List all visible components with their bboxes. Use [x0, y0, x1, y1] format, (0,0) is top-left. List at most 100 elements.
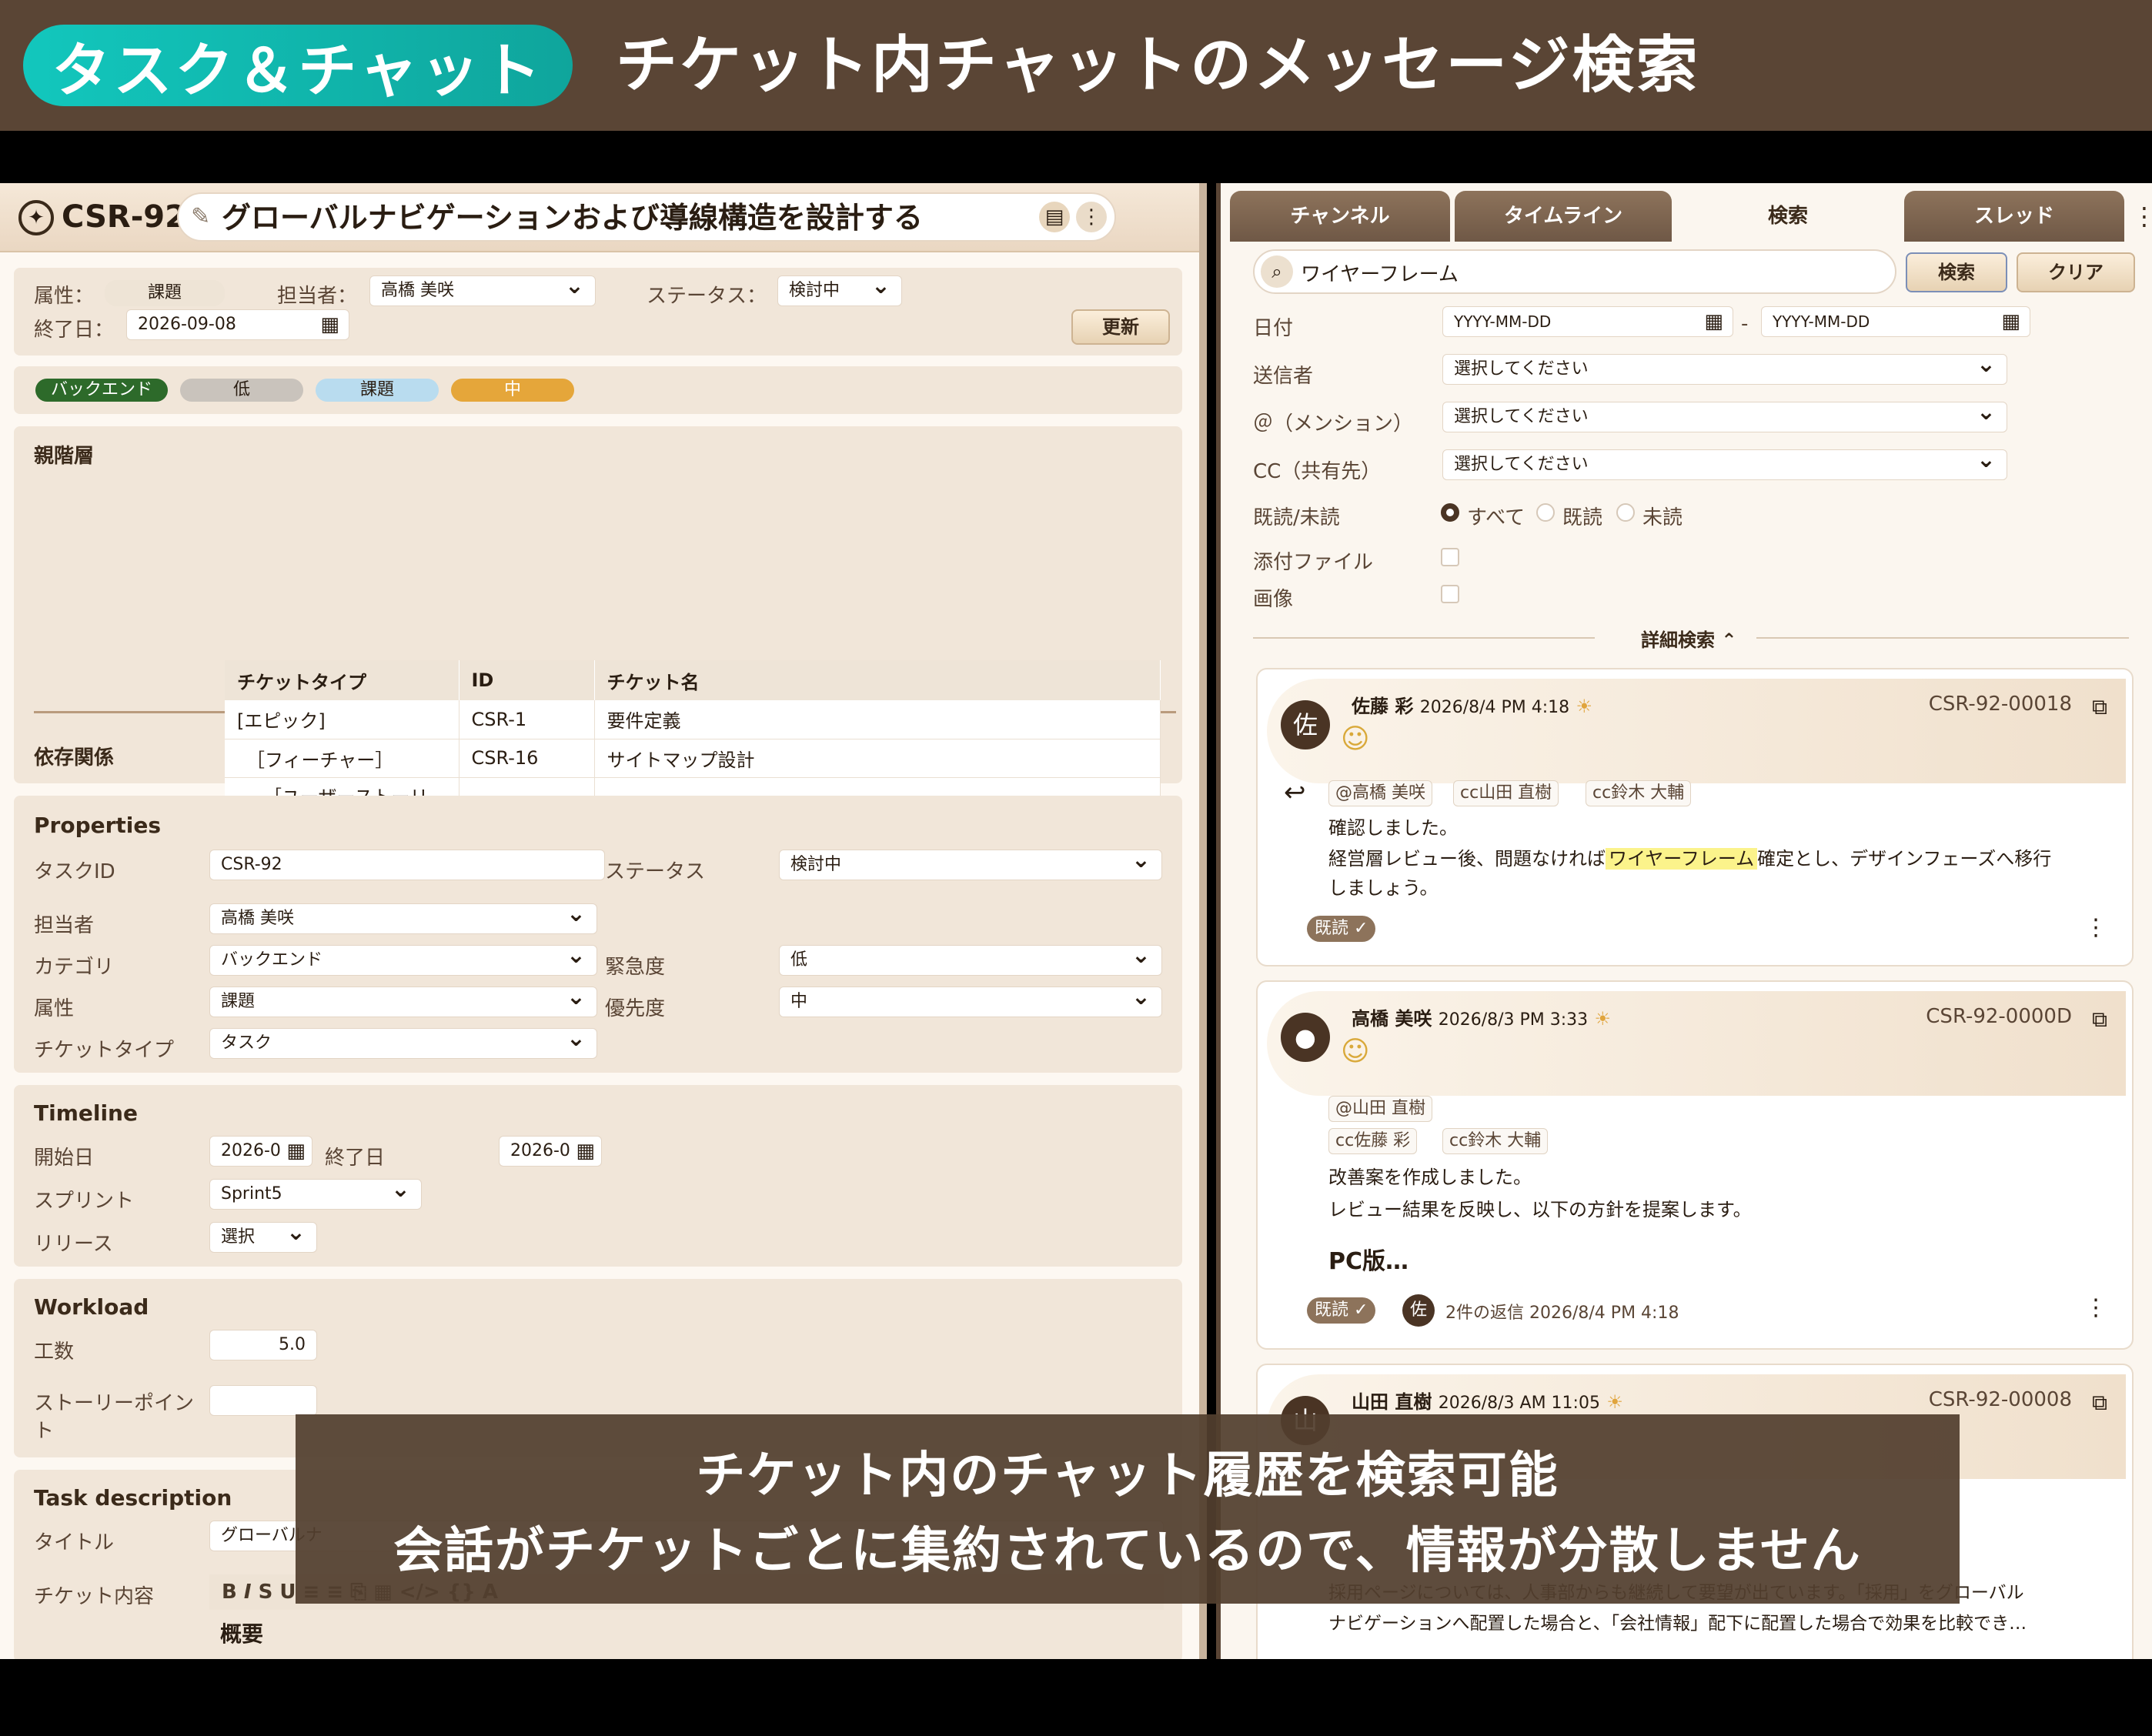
cell-id[interactable]: CSR-16	[459, 739, 595, 778]
cell-name: 要件定義	[594, 700, 1161, 739]
tab-timeline[interactable]: タイムライン	[1455, 191, 1672, 242]
cc-select[interactable]: 選択してください	[1442, 446, 2007, 480]
calendar-icon[interactable]: ▦	[286, 1137, 306, 1166]
ticket-title-field[interactable]: ✎ グローバルナビゲーションおよび導線構造を設計する ▤ ⋮	[177, 192, 1116, 242]
type-label: チケットタイプ	[34, 1039, 175, 1062]
attach-doc-icon[interactable]: ▤	[1039, 202, 1070, 232]
more-icon[interactable]: ⋮	[1076, 202, 1107, 232]
mention-label: ＠（メンション）	[1253, 412, 1414, 436]
category-label: カテゴリ	[34, 956, 115, 979]
tab-channel[interactable]: チャンネル	[1230, 191, 1450, 242]
urgency-label: 緊急度	[605, 956, 666, 979]
calendar-icon[interactable]: ▦	[576, 1137, 595, 1166]
sender-name-text: 高橋 美咲	[1352, 1008, 1432, 1030]
date-from-input[interactable]: YYYY-MM-DD ▦	[1442, 306, 1733, 337]
calendar-icon[interactable]: ▦	[2001, 307, 2020, 336]
radio-unread-label: 未読	[1642, 506, 1683, 529]
sender-name: 高橋 美咲 2026/8/3 PM 3:33 ☀	[1352, 1003, 1611, 1030]
prop-status-label: ステータス	[605, 860, 706, 883]
copy-icon[interactable]: ⧉	[2092, 1390, 2107, 1416]
message-card[interactable]: ● 高橋 美咲 2026/8/3 PM 3:33 ☀ ☺ CSR-92-0000…	[1256, 980, 2134, 1350]
end-date-input[interactable]: 2026-09-08 ▦	[126, 309, 349, 340]
sun-icon: ☀	[1606, 1391, 1623, 1413]
tab-search[interactable]: 検索	[1676, 191, 1900, 242]
type-select[interactable]: タスク	[209, 1024, 597, 1059]
table-row[interactable]: [エピック] CSR-1 要件定義	[225, 700, 1161, 739]
image-checkbox[interactable]	[1441, 585, 1459, 603]
clear-button[interactable]: クリア	[2017, 252, 2135, 292]
search-button[interactable]: 検索	[1906, 252, 2007, 292]
calendar-icon[interactable]: ▦	[320, 310, 339, 339]
more-icon[interactable]: ⋮	[2084, 1294, 2107, 1321]
message-card[interactable]: 佐 佐藤 彩 2026/8/4 PM 4:18 ☀ ☺ CSR-92-00018…	[1256, 668, 2134, 966]
divider	[1253, 637, 1595, 639]
radio-unread[interactable]	[1616, 503, 1635, 522]
tag-urgency: 低	[180, 379, 303, 402]
properties-title: Properties	[34, 813, 162, 838]
advanced-toggle[interactable]: 詳細検索 ⌃	[1641, 625, 1736, 652]
release-select[interactable]: 選択	[209, 1218, 317, 1253]
attr-badge[interactable]: 課題	[105, 280, 225, 306]
sprint-select[interactable]: Sprint5	[209, 1175, 422, 1210]
message-line: レビュー結果を反映し、以下の方針を提案します。	[1328, 1199, 1752, 1220]
points-input[interactable]	[209, 1385, 317, 1416]
message-id: CSR-92-00018	[1928, 693, 2072, 716]
reply-arrow-icon[interactable]: ↩	[1284, 777, 1306, 808]
radio-all[interactable]	[1441, 503, 1459, 522]
mention-select[interactable]: 選択してください	[1442, 398, 2007, 432]
cc-chip[interactable]: cc鈴木 大輔	[1586, 780, 1692, 806]
read-badge: 既読 ✓	[1307, 916, 1376, 942]
search-input[interactable]: ⌕ ワイヤーフレーム	[1253, 249, 1896, 294]
tl-end-label: 終了日	[325, 1147, 386, 1170]
thread-link[interactable]: 2件の返信 2026/8/4 PM 4:18	[1445, 1299, 1679, 1324]
mention-chip[interactable]: @山田 直樹	[1328, 1096, 1432, 1122]
prop-assignee-label: 担当者	[34, 914, 95, 937]
message-text: 確定とし、デザインフェーズへ移行	[1757, 848, 2052, 870]
search-highlight: ワイヤーフレーム	[1606, 848, 1758, 870]
prop-attr-select[interactable]: 課題	[209, 983, 597, 1017]
status-select[interactable]: 検討中	[777, 272, 902, 306]
attach-checkbox[interactable]	[1441, 548, 1459, 566]
banner-title: チケット内チャットのメッセージ検索	[616, 29, 1700, 101]
copy-icon[interactable]: ⧉	[2092, 694, 2107, 720]
update-button[interactable]: 更新	[1071, 309, 1170, 345]
table-row[interactable]: ［フィーチャー］ CSR-16 サイトマップ設計	[225, 739, 1161, 778]
read-badge: 既読 ✓	[1307, 1297, 1376, 1324]
ticket-summary: 属性： 課題 担当者： 高橋 美咲 ステータス： 検討中 終了日： 2026-0…	[14, 268, 1182, 356]
message-line: 確認しました。	[1328, 817, 1458, 839]
priority-select[interactable]: 中	[779, 983, 1162, 1017]
task-id-input[interactable]: CSR-92	[209, 850, 605, 880]
pencil-icon: ✎	[191, 203, 211, 230]
cc-chip[interactable]: cc佐藤 彩	[1328, 1128, 1418, 1154]
add-reaction-icon[interactable]: ☺	[1341, 1036, 1370, 1067]
mention-chip[interactable]: @高橋 美咲	[1328, 780, 1432, 806]
start-date-input[interactable]: 2026-0 ▦	[209, 1136, 312, 1167]
table-header-row: チケットタイプ ID チケット名	[225, 660, 1161, 700]
end-date-value: 2026-09-08	[138, 315, 236, 334]
category-select[interactable]: バックエンド	[209, 941, 597, 976]
prop-assignee-select[interactable]: 高橋 美咲	[209, 900, 597, 934]
sender-select[interactable]: 選択してください	[1442, 350, 2007, 385]
more-icon[interactable]: ⋮	[2132, 202, 2152, 231]
copy-icon[interactable]: ⧉	[2092, 1007, 2107, 1033]
tl-end-date-value: 2026-0	[510, 1141, 570, 1160]
tab-thread[interactable]: スレッド	[1904, 191, 2124, 242]
start-label: 開始日	[34, 1147, 95, 1170]
effort-input[interactable]: 5.0	[209, 1330, 317, 1360]
cc-chip[interactable]: cc山田 直樹	[1453, 780, 1559, 806]
radio-read[interactable]	[1536, 503, 1555, 522]
date-to-input[interactable]: YYYY-MM-DD ▦	[1761, 306, 2030, 337]
ticket-header: ✦ CSR-92 ✎ グローバルナビゲーションおよび導線構造を設計する ▤ ⋮	[0, 183, 1199, 252]
urgency-select[interactable]: 低	[779, 941, 1162, 976]
add-reaction-icon[interactable]: ☺	[1341, 723, 1370, 755]
tl-end-date-input[interactable]: 2026-0 ▦	[499, 1136, 602, 1167]
cc-chip[interactable]: cc鈴木 大輔	[1442, 1128, 1549, 1154]
calendar-icon[interactable]: ▦	[1704, 307, 1723, 336]
assignee-select[interactable]: 高橋 美咲	[369, 272, 596, 306]
reply-time: 2026/8/4 PM 4:18	[1529, 1304, 1679, 1323]
caption-line-2: 会話がチケットごとに集約されているので、情報が分散しません	[393, 1523, 1862, 1580]
cell-id[interactable]: CSR-1	[459, 700, 595, 739]
top-banner: タスク＆チャット チケット内チャットのメッセージ検索	[0, 0, 2152, 131]
more-icon[interactable]: ⋮	[2084, 914, 2107, 941]
prop-status-select[interactable]: 検討中	[779, 846, 1162, 880]
